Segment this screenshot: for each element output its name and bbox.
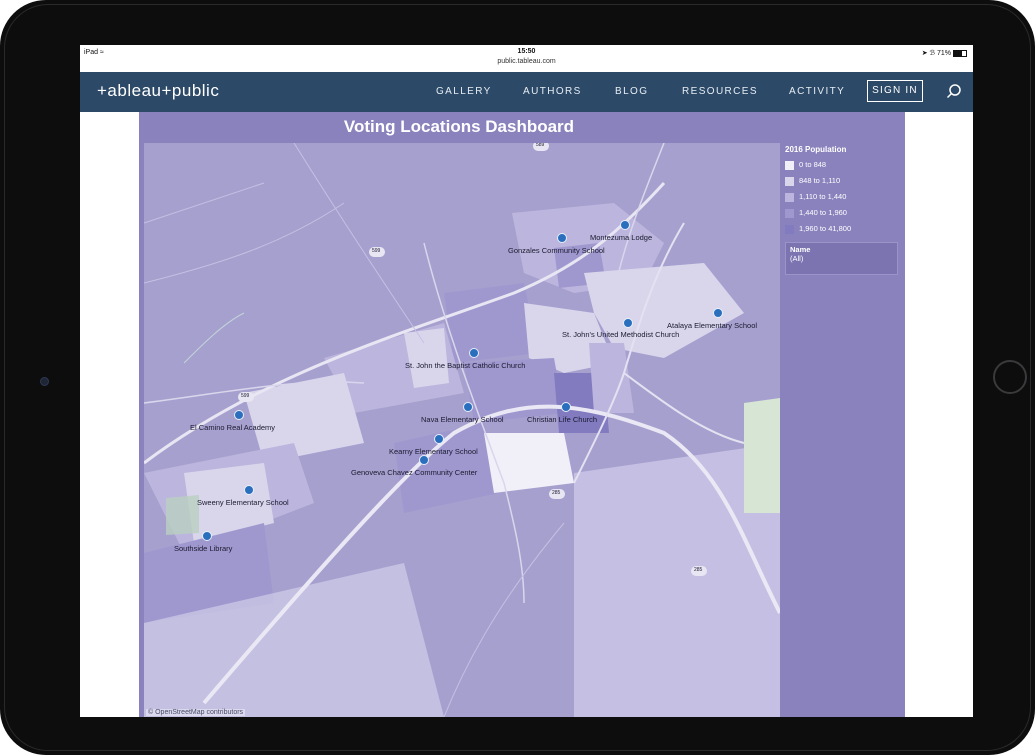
- map-attribution[interactable]: © OpenStreetMap contributors: [146, 709, 246, 716]
- dashboard-title: Voting Locations Dashboard: [343, 117, 575, 136]
- legend-item[interactable]: 848 to 1,110: [785, 173, 901, 189]
- legend-label: 1,960 to 41,800: [799, 224, 852, 233]
- location-marker-nava[interactable]: [463, 402, 473, 412]
- location-label: St. John the Baptist Catholic Church: [405, 361, 526, 370]
- ipad-bezel: iPad ≈ 15:50 public.tableau.com ➤ ℬ 71% …: [0, 0, 1035, 755]
- location-label: Nava Elementary School: [421, 415, 504, 424]
- location-label: Southside Library: [174, 544, 233, 553]
- location-label: Montezuma Lodge: [590, 233, 653, 242]
- location-marker-st-john-baptist[interactable]: [469, 348, 479, 358]
- nav-authors[interactable]: AUTHORS: [523, 86, 582, 97]
- name-filter[interactable]: Name (All): [785, 242, 898, 275]
- location-marker-atalaya[interactable]: [713, 308, 723, 318]
- road-shield-285: 285: [552, 490, 561, 496]
- legend-swatch: [785, 224, 794, 234]
- location-marker-el-camino-real[interactable]: [234, 410, 244, 420]
- location-label: Christian Life Church: [527, 415, 598, 424]
- nav-resources[interactable]: RESOURCES: [682, 86, 758, 97]
- location-label: Gonzales Community School: [508, 246, 605, 255]
- legend-swatch: [785, 160, 794, 170]
- location-label: St. John's United Methodist Church: [562, 330, 680, 339]
- population-legend: 2016 Population 0 to 848 848 to 1,110 1,…: [785, 145, 901, 275]
- front-camera: [40, 377, 49, 386]
- legend-item[interactable]: 1,440 to 1,960: [785, 205, 901, 221]
- tableau-public-logo[interactable]: +ableau+public: [97, 81, 219, 101]
- legend-item[interactable]: 0 to 848: [785, 157, 901, 173]
- voting-locations-map[interactable]: 599 589 599 285 285 Montezuma Lodge Gonz…: [144, 143, 780, 717]
- dashboard: Voting Locations Dashboard 599 589 599 2…: [139, 112, 905, 717]
- nav-activity[interactable]: ACTIVITY: [789, 86, 845, 97]
- status-right: ➤ ℬ 71%: [922, 49, 967, 57]
- legend-label: 848 to 1,110: [799, 176, 841, 185]
- nav-blog[interactable]: BLOG: [615, 86, 648, 97]
- location-marker-sweeny[interactable]: [244, 485, 254, 495]
- legend-swatch: [785, 208, 794, 218]
- screen: iPad ≈ 15:50 public.tableau.com ➤ ℬ 71% …: [80, 45, 973, 717]
- legend-swatch: [785, 176, 794, 186]
- battery-icon: [953, 49, 967, 57]
- legend-label: 1,110 to 1,440: [799, 192, 847, 201]
- bluetooth-icon: ℬ: [929, 50, 936, 57]
- status-time: 15:50: [517, 48, 536, 55]
- location-marker-southside-library[interactable]: [202, 531, 212, 541]
- location-icon: ➤: [921, 50, 928, 57]
- home-button[interactable]: [993, 360, 1027, 394]
- legend-label: 0 to 848: [799, 160, 827, 169]
- status-bar: iPad ≈ 15:50 public.tableau.com ➤ ℬ 71%: [80, 45, 973, 72]
- location-label: El Camino Real Academy: [190, 423, 276, 432]
- legend-item[interactable]: 1,960 to 41,800: [785, 221, 901, 237]
- battery-percent: 71%: [936, 50, 951, 57]
- location-marker-genoveva-chavez[interactable]: [419, 455, 429, 465]
- legend-title: 2016 Population: [785, 145, 847, 154]
- location-label: Genoveva Chavez Community Center: [351, 468, 478, 477]
- road-shield-599: 599: [372, 248, 381, 254]
- location-marker-gonzales[interactable]: [557, 233, 567, 243]
- road-shield-589: 589: [536, 143, 545, 148]
- location-marker-montezuma-lodge[interactable]: [620, 220, 630, 230]
- location-label: Kearny Elementary School: [389, 447, 478, 456]
- name-filter-title: Name: [790, 245, 811, 254]
- road-shield-599-lower: 599: [241, 393, 250, 399]
- legend-item[interactable]: 1,110 to 1,440: [785, 189, 901, 205]
- location-marker-kearny[interactable]: [434, 434, 444, 444]
- location-label: Atalaya Elementary School: [667, 321, 758, 330]
- location-label: Sweeny Elementary School: [197, 498, 289, 507]
- road-shield-285-east: 285: [694, 567, 703, 573]
- search-icon[interactable]: [946, 83, 962, 99]
- address-bar-url[interactable]: public.tableau.com: [80, 58, 973, 65]
- site-header: +ableau+public GALLERY AUTHORS BLOG RESO…: [80, 72, 973, 112]
- location-marker-christian-life[interactable]: [561, 402, 571, 412]
- location-marker-st-johns-methodist[interactable]: [623, 318, 633, 328]
- legend-label: 1,440 to 1,960: [799, 208, 847, 217]
- legend-swatch: [785, 192, 794, 202]
- sign-in-button[interactable]: SIGN IN: [867, 80, 923, 102]
- name-filter-value[interactable]: (All): [790, 254, 893, 263]
- nav-gallery[interactable]: GALLERY: [436, 86, 492, 97]
